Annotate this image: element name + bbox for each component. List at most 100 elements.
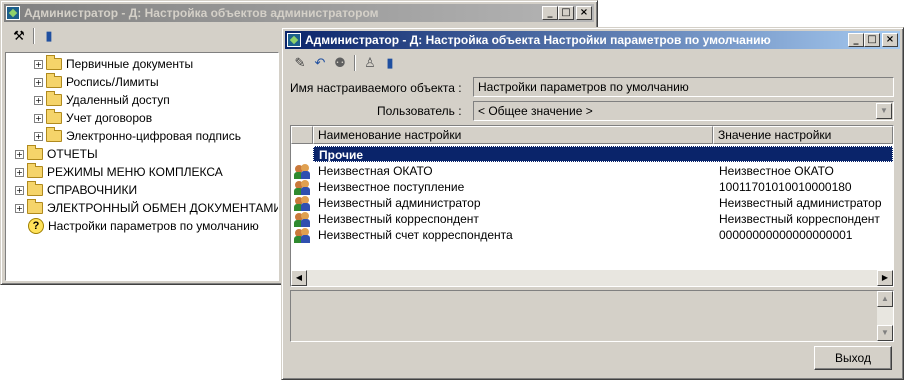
tree-item-label: Роспись/Лимиты <box>66 75 159 89</box>
grid-corner <box>291 126 313 144</box>
folder-icon <box>27 199 43 214</box>
folder-icon <box>27 181 43 196</box>
minimize-button[interactable]: _ <box>542 6 558 20</box>
folder-icon <box>46 109 62 124</box>
setting-name: Неизвестное поступление <box>318 180 465 194</box>
expand-icon[interactable]: + <box>34 113 43 123</box>
minimize-icon: _ <box>547 7 553 18</box>
scroll-down-icon[interactable]: ▼ <box>877 325 893 341</box>
column-header-name[interactable]: Наименование настройки <box>313 126 713 144</box>
tree-item-label: Удаленный доступ <box>66 93 170 107</box>
user-combobox-value: < Общее значение > <box>478 104 593 118</box>
folder-icon <box>46 73 62 88</box>
setting-value: Неизвестное ОКАТО <box>719 164 834 178</box>
tree-item-label: ЭЛЕКТРОННЫЙ ОБМЕН ДОКУМЕНТАМИ <box>47 201 279 215</box>
folder-icon <box>27 145 43 160</box>
exit-button[interactable]: Выход <box>814 346 892 370</box>
minimize-icon: _ <box>853 34 859 45</box>
tree-item-label: Электронно-цифровая подпись <box>66 129 241 143</box>
group-label: Прочие <box>319 148 364 162</box>
maximize-button[interactable]: □ <box>864 33 880 47</box>
expand-icon[interactable]: + <box>15 167 24 177</box>
column-header-value[interactable]: Значение настройки <box>713 126 893 144</box>
tools-icon[interactable]: ⚒ <box>11 28 27 44</box>
settings-grid[interactable]: Наименование настройки Значение настройк… <box>290 125 894 287</box>
users-icon[interactable]: ⚉ <box>332 55 348 71</box>
close-button[interactable]: × <box>882 33 898 47</box>
maximize-icon: □ <box>561 7 571 18</box>
title-bar[interactable]: Администратор - Д: Настройка объектов ад… <box>4 4 594 22</box>
expand-icon[interactable]: + <box>34 131 43 141</box>
tree-item-label: СПРАВОЧНИКИ <box>47 183 138 197</box>
setting-name: Неизвестный счет корреспондента <box>318 228 513 242</box>
folder-icon <box>46 127 62 142</box>
tree-item-label: Первичные документы <box>66 57 194 71</box>
tree-item[interactable]: + ЭЛЕКТРОННЫЙ ОБМЕН ДОКУМЕНТАМИ <box>15 199 279 217</box>
tree-item-label: ОТЧЕТЫ <box>47 147 98 161</box>
user-icon[interactable]: ♙ <box>362 55 378 71</box>
folder-icon <box>27 163 43 178</box>
expand-icon[interactable]: + <box>15 185 24 195</box>
description-memo[interactable]: ▲ ▼ <box>290 290 894 342</box>
object-name-label: Имя настраиваемого объекта : <box>290 81 462 95</box>
object-name-field: Настройки параметров по умолчанию <box>473 77 894 97</box>
chevron-down-icon[interactable]: ▼ <box>876 103 892 119</box>
scroll-left-icon[interactable]: ◀ <box>291 270 307 286</box>
scroll-right-icon[interactable]: ▶ <box>877 270 893 286</box>
tree-item[interactable]: + ОТЧЕТЫ <box>15 145 98 163</box>
table-row[interactable]: Неизвестная ОКАТО Неизвестное ОКАТО <box>291 163 893 179</box>
book-icon[interactable]: ▮ <box>382 55 398 71</box>
table-row[interactable]: Неизвестный корреспондент Неизвестный ко… <box>291 211 893 227</box>
undo-icon[interactable]: ↶ <box>312 55 328 71</box>
expand-icon[interactable]: + <box>34 77 43 87</box>
tree-item[interactable]: + Электронно-цифровая подпись <box>34 127 241 145</box>
maximize-button[interactable]: □ <box>558 6 574 20</box>
person-icon <box>294 227 310 243</box>
edit-icon[interactable]: ✎ <box>292 55 308 71</box>
folder-icon <box>46 91 62 106</box>
setting-name: Неизвестная ОКАТО <box>318 164 433 178</box>
app-icon <box>287 33 301 47</box>
tree-item-selected[interactable]: ? Настройки параметров по умолчанию <box>28 217 259 235</box>
exit-button-label: Выход <box>835 351 871 365</box>
vertical-scrollbar[interactable]: ▲ ▼ <box>877 291 893 341</box>
tree-item[interactable]: + Удаленный доступ <box>34 91 170 109</box>
user-combobox[interactable]: < Общее значение > ▼ <box>473 101 894 121</box>
expand-icon[interactable]: + <box>15 203 24 213</box>
folder-icon <box>46 55 62 70</box>
setting-value: 00000000000000000001 <box>719 228 853 242</box>
maximize-icon: □ <box>867 34 877 45</box>
object-tree[interactable]: + Первичные документы + Роспись/Лимиты +… <box>5 52 279 281</box>
setting-value: 10011701010010000180 <box>719 180 852 194</box>
scroll-up-icon[interactable]: ▲ <box>877 291 893 307</box>
person-icon <box>294 179 310 195</box>
close-button[interactable]: × <box>576 6 592 20</box>
toolbar-separator <box>33 28 35 44</box>
horizontal-scrollbar[interactable]: ◀ ▶ <box>291 270 893 286</box>
window-title: Администратор - Д: Настройка объекта Нас… <box>305 33 771 47</box>
title-bar[interactable]: Администратор - Д: Настройка объекта Нас… <box>285 31 900 49</box>
table-row[interactable]: Неизвестное поступление 1001170101001000… <box>291 179 893 195</box>
table-row[interactable]: Неизвестный администратор Неизвестный ад… <box>291 195 893 211</box>
app-icon <box>6 6 20 20</box>
book-icon[interactable]: ▮ <box>41 28 57 44</box>
toolbar-separator <box>354 55 356 71</box>
tree-item[interactable]: + РЕЖИМЫ МЕНЮ КОМПЛЕКСА <box>15 163 223 181</box>
expand-icon[interactable]: + <box>34 95 43 105</box>
tree-item[interactable]: + Первичные документы <box>34 55 193 73</box>
expand-icon[interactable]: + <box>15 149 24 159</box>
expand-icon[interactable]: + <box>34 59 43 69</box>
setting-value: Неизвестный корреспондент <box>719 212 880 226</box>
tree-item[interactable]: + Учет договоров <box>34 109 152 127</box>
toolbar: ✎ ↶ ⚉ ♙ ▮ <box>286 52 899 74</box>
table-row[interactable]: Неизвестный счет корреспондента 00000000… <box>291 227 893 243</box>
setting-value: Неизвестный администратор <box>719 196 882 210</box>
close-icon: × <box>885 34 895 45</box>
tree-item[interactable]: + СПРАВОЧНИКИ <box>15 181 137 199</box>
tree-item[interactable]: + Роспись/Лимиты <box>34 73 159 91</box>
tree-item-label: РЕЖИМЫ МЕНЮ КОМПЛЕКСА <box>47 165 223 179</box>
person-icon <box>294 211 310 227</box>
minimize-button[interactable]: _ <box>848 33 864 47</box>
group-row[interactable]: Прочие <box>313 146 893 162</box>
person-icon <box>294 195 310 211</box>
